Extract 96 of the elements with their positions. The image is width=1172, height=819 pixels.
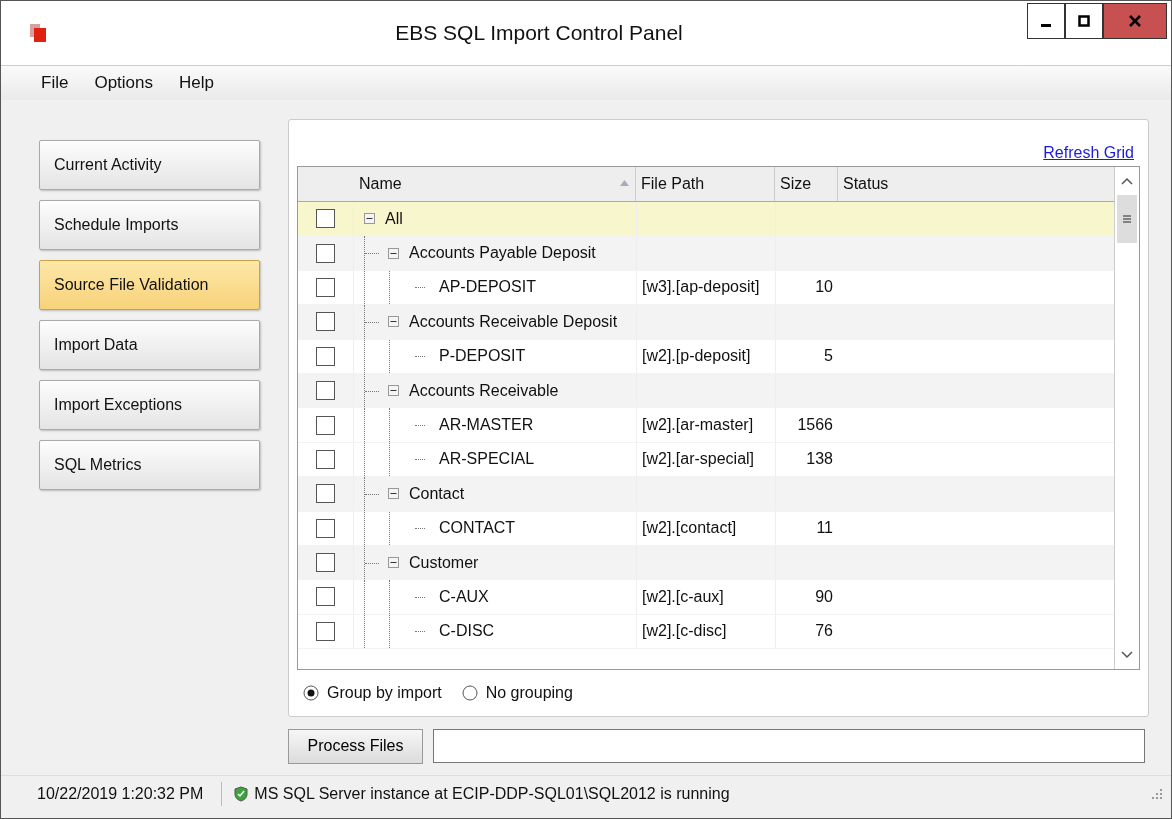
- checkbox[interactable]: [316, 312, 335, 332]
- window-title: EBS SQL Import Control Panel: [394, 21, 684, 45]
- grid-row[interactable]: AP-DEPOSIT [w3].[ap-deposit] 10: [298, 270, 1114, 306]
- checkbox[interactable]: [316, 381, 335, 401]
- scroll-up-icon[interactable]: [1121, 177, 1133, 185]
- size-cell: 76: [815, 622, 833, 641]
- checkbox[interactable]: [316, 449, 335, 469]
- resize-grip-icon[interactable]: [1151, 788, 1163, 800]
- checkbox[interactable]: [316, 243, 335, 263]
- scroll-down-icon[interactable]: [1121, 651, 1133, 659]
- maximize-icon: [1078, 15, 1090, 27]
- sort-up-icon: [620, 180, 629, 186]
- checkbox[interactable]: [316, 621, 335, 641]
- file-path-cell: [w2].[c-disc]: [642, 622, 727, 641]
- checkbox[interactable]: [316, 518, 335, 538]
- nav-button[interactable]: Import Data: [39, 320, 260, 370]
- output-field[interactable]: [433, 729, 1145, 763]
- checkbox[interactable]: [316, 277, 335, 297]
- vertical-scrollbar[interactable]: [1114, 167, 1139, 669]
- status-message: MS SQL Server instance at ECIP-DDP-SQL01\SQL2012 is running: [254, 785, 731, 803]
- close-button[interactable]: [1103, 3, 1167, 39]
- expander-icon[interactable]: [388, 247, 399, 259]
- grid-row[interactable]: Accounts Receivable: [298, 373, 1114, 409]
- name-cell: AR-MASTER: [439, 416, 534, 435]
- minimize-button[interactable]: [1027, 3, 1065, 39]
- file-path-cell: [w2].[p-deposit]: [642, 347, 751, 366]
- maximize-button[interactable]: [1065, 3, 1103, 39]
- column-header[interactable]: Status: [838, 167, 1114, 201]
- name-cell: Contact: [409, 484, 465, 503]
- nav-button[interactable]: Current Activity: [39, 140, 260, 190]
- file-path-cell: [w2].[ar-special]: [642, 450, 755, 469]
- checkbox[interactable]: [316, 346, 335, 366]
- expander-icon[interactable]: [388, 557, 399, 569]
- name-cell: Accounts Payable Deposit: [409, 244, 596, 263]
- shield-check-icon: [234, 786, 249, 802]
- name-cell: All: [385, 209, 403, 228]
- grid-row[interactable]: CONTACT [w2].[contact] 11: [298, 511, 1114, 546]
- name-cell: C-DISC: [439, 622, 495, 641]
- size-cell: 11: [816, 519, 833, 538]
- name-cell: Accounts Receivable Deposit: [409, 312, 618, 331]
- file-path-cell: [w2].[ar-master]: [642, 416, 754, 435]
- nav-button[interactable]: Source File Validation: [39, 260, 260, 310]
- app-icon: [29, 23, 47, 43]
- refresh-grid-link[interactable]: Refresh Grid: [1043, 144, 1134, 162]
- expander-icon[interactable]: [364, 213, 375, 225]
- radio-option[interactable]: No grouping: [461, 684, 573, 702]
- grid-row[interactable]: Accounts Payable Deposit: [298, 236, 1114, 271]
- name-cell: AR-SPECIAL: [439, 450, 535, 469]
- checkbox[interactable]: [316, 209, 335, 229]
- grid-row[interactable]: All: [298, 202, 1114, 237]
- name-cell: CONTACT: [439, 519, 516, 538]
- size-cell: 138: [806, 450, 833, 469]
- grid-row[interactable]: AR-MASTER [w2].[ar-master] 1566: [298, 408, 1114, 443]
- nav-button[interactable]: Schedule Imports: [39, 200, 260, 250]
- size-cell: 1566: [797, 416, 833, 435]
- name-cell: Customer: [409, 553, 479, 572]
- process-files-button[interactable]: Process Files: [288, 728, 423, 764]
- column-header[interactable]: File Path: [636, 167, 775, 201]
- grid-row[interactable]: P-DEPOSIT [w2].[p-deposit] 5: [298, 339, 1114, 374]
- file-path-cell: [w2].[contact]: [642, 519, 737, 538]
- name-cell: AP-DEPOSIT: [439, 278, 536, 297]
- name-cell: P-DEPOSIT: [439, 347, 526, 366]
- checkbox[interactable]: [316, 587, 335, 607]
- expander-icon[interactable]: [388, 385, 399, 397]
- grid-row[interactable]: C-DISC [w2].[c-disc] 76: [298, 614, 1114, 650]
- name-cell: Accounts Receivable: [409, 381, 559, 400]
- scroll-thumb[interactable]: [1117, 195, 1137, 243]
- grid-row[interactable]: Accounts Receivable Deposit: [298, 305, 1114, 340]
- radio-icon[interactable]: [303, 685, 319, 701]
- grid-row[interactable]: AR-SPECIAL [w2].[ar-special] 138: [298, 442, 1114, 478]
- size-cell: 90: [815, 588, 833, 606]
- grid-row[interactable]: C-AUX [w2].[c-aux] 90: [298, 580, 1114, 615]
- grid-row[interactable]: Customer: [298, 545, 1114, 581]
- file-path-cell: [w3].[ap-deposit]: [642, 278, 760, 297]
- nav-button[interactable]: SQL Metrics: [39, 440, 260, 490]
- close-icon: [1128, 14, 1142, 28]
- radio-option[interactable]: Group by import: [303, 684, 442, 702]
- file-path-cell: [w2].[c-aux]: [642, 588, 724, 606]
- menu-item[interactable]: Options: [94, 73, 153, 93]
- column-header[interactable]: Name: [354, 167, 636, 201]
- checkbox[interactable]: [316, 484, 335, 504]
- status-timestamp: 10/22/2019 1:20:32 PM: [37, 785, 204, 803]
- grid-row[interactable]: Contact: [298, 477, 1114, 512]
- menu-item[interactable]: File: [41, 73, 69, 93]
- expander-icon[interactable]: [388, 488, 399, 500]
- name-cell: C-AUX: [439, 588, 489, 606]
- checkbox[interactable]: [316, 553, 335, 573]
- column-header[interactable]: Size: [775, 167, 838, 201]
- nav-button[interactable]: Import Exceptions: [39, 380, 260, 430]
- minimize-icon: [1041, 23, 1051, 27]
- size-cell: 10: [815, 278, 833, 297]
- menu-item[interactable]: Help: [179, 73, 214, 93]
- size-cell: 5: [824, 347, 833, 366]
- expander-icon[interactable]: [388, 316, 399, 328]
- radio-icon[interactable]: [461, 685, 478, 701]
- checkbox[interactable]: [316, 415, 335, 435]
